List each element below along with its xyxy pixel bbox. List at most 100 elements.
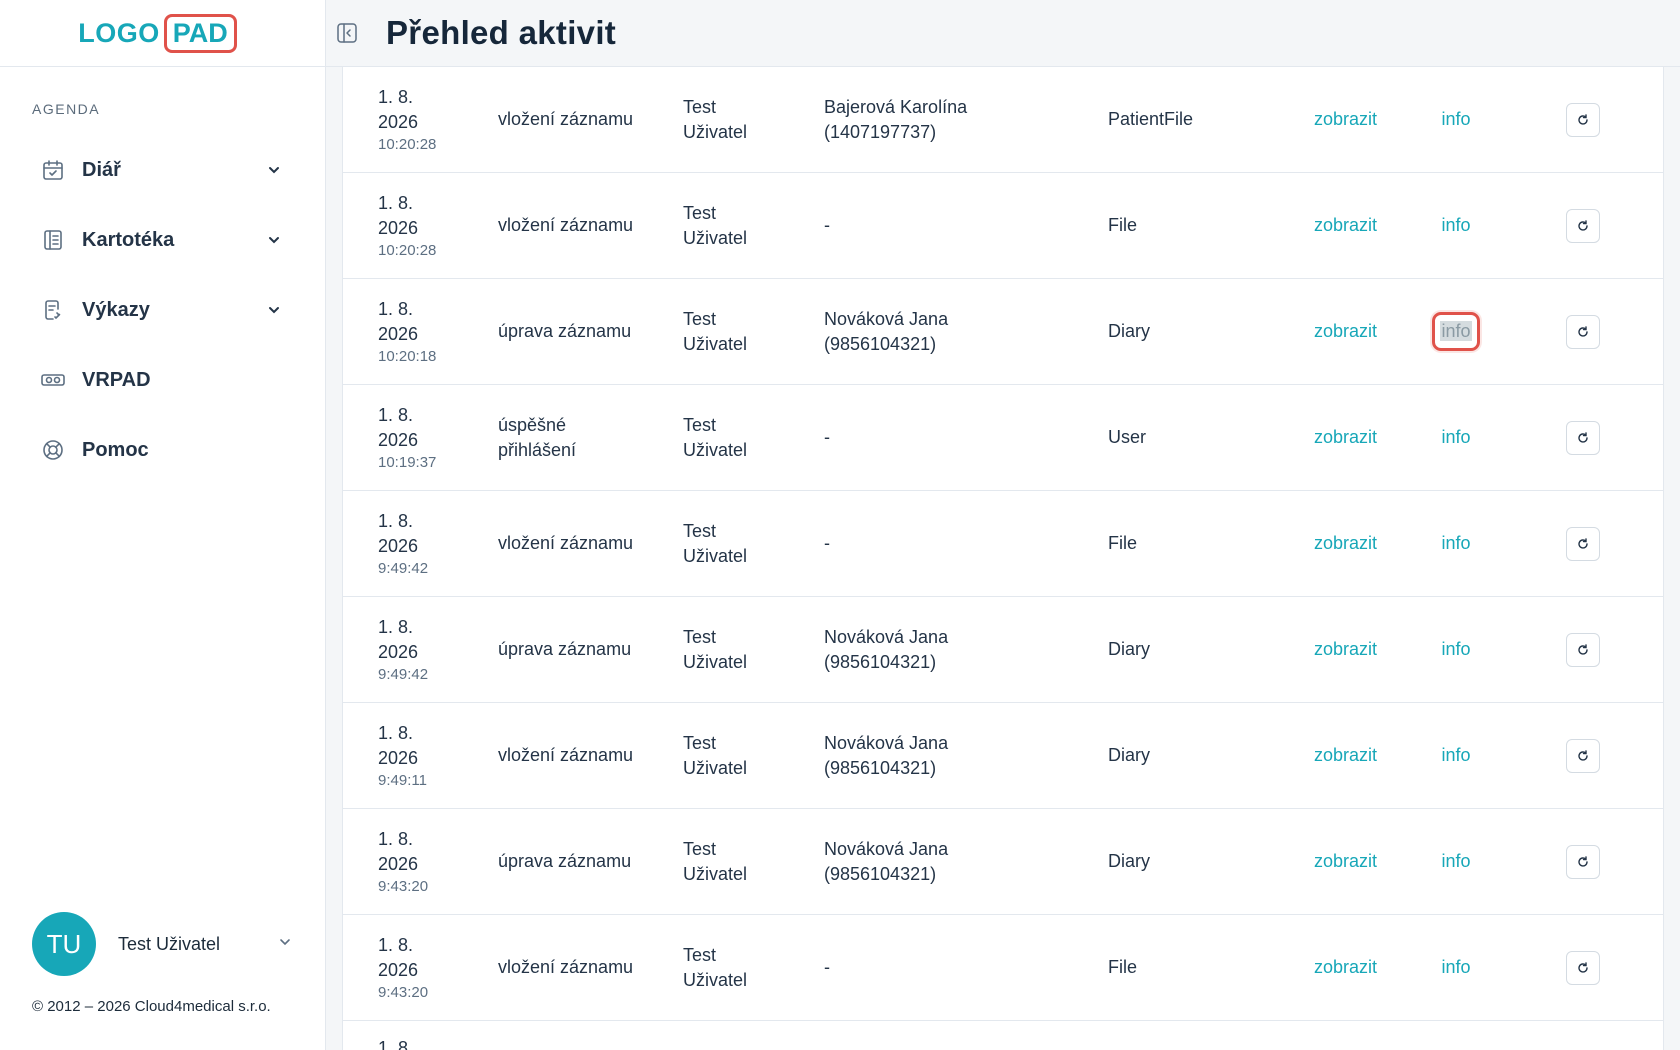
activity-table: 1. 8. 2026 10:20:28 vložení záznamu Test Už… <box>342 67 1664 1050</box>
show-link[interactable]: zobrazit <box>1314 955 1414 980</box>
show-link[interactable]: zobrazit <box>1314 107 1414 132</box>
refresh-button[interactable] <box>1566 632 1600 667</box>
action-text: vložení záznamu <box>498 957 634 977</box>
info-link[interactable]: info <box>1441 531 1470 556</box>
show-link[interactable]: zobrazit <box>1314 849 1414 874</box>
date-day: 1. 8. <box>378 1038 414 1050</box>
info-link[interactable]: info <box>1441 955 1470 980</box>
card-index-icon <box>40 227 66 253</box>
user-menu[interactable]: TU Test Uživatel <box>32 912 292 976</box>
sidebar-item-kartoteka[interactable]: Kartotéka <box>0 205 326 275</box>
sidebar-item-label: Kartotéka <box>82 228 175 251</box>
show-link[interactable]: zobrazit <box>1314 213 1414 238</box>
cell-action: vložení záznamu <box>498 915 658 1020</box>
patient-name: - <box>824 533 830 553</box>
patient-name: Nováková Jana <box>824 838 949 859</box>
cell-patient: Bajerová Karolína (1407197737) <box>824 67 1054 172</box>
avatar: TU <box>32 912 96 976</box>
date-day: 1. 8. <box>378 828 414 849</box>
info-link-highlighted[interactable]: info <box>1432 312 1480 351</box>
date-time: 9:43:20 <box>378 983 429 1001</box>
cell-date: 1. 8. 2026 9:43:20 <box>378 915 468 1020</box>
sidebar-item-pomoc[interactable]: Pomoc <box>0 415 326 485</box>
cell-reset <box>1565 173 1601 278</box>
cell-user: Test Uživatel <box>683 385 793 490</box>
action-text: vložení záznamu <box>498 533 634 553</box>
cell-info: info <box>1421 809 1491 914</box>
sidebar-item-label: Výkazy <box>82 298 150 321</box>
cell-user: Test Uživatel <box>683 491 793 596</box>
cell-date: 1. 8. 2026 9:49:42 <box>378 597 468 702</box>
action-text: vložení záznamu <box>498 215 634 235</box>
cell-action: vložení záznamu <box>498 703 658 808</box>
sidebar-item-vykazy[interactable]: Výkazy <box>0 275 326 345</box>
info-link[interactable]: info <box>1441 637 1470 662</box>
cell-type: PatientFile <box>1108 67 1258 172</box>
cell-patient: - <box>824 173 1054 278</box>
refresh-button[interactable] <box>1566 844 1600 879</box>
info-link[interactable]: info <box>1441 849 1470 874</box>
table-row: 1. 8. 2026 9:43:20 úprava záznamu Test Uživ… <box>343 809 1663 915</box>
patient-name: Bajerová Karolína <box>824 96 968 117</box>
cell-show: zobrazit <box>1314 703 1414 808</box>
cell-type: Diary <box>1108 703 1258 808</box>
user-first: Test <box>683 414 717 435</box>
cell-type: File <box>1108 173 1258 278</box>
patient-id: (9856104321) <box>824 757 937 778</box>
info-link[interactable]: info <box>1441 107 1470 132</box>
action-text: vložení záznamu <box>498 109 634 129</box>
cell-type: User <box>1108 385 1258 490</box>
show-link[interactable]: zobrazit <box>1314 531 1414 556</box>
chevron-down-icon[interactable] <box>266 302 282 318</box>
type-text: File <box>1108 533 1138 553</box>
chevron-down-icon[interactable] <box>278 935 292 954</box>
sidebar-collapse-icon[interactable] <box>336 22 358 44</box>
table-row: 1. 8. 2026 10:20:28 vložení záznamu Test Už… <box>343 67 1663 173</box>
type-text: Diary <box>1108 745 1151 765</box>
cell-date: 1. 8. 2026 9:43:20 <box>378 809 468 914</box>
cell-patient: - <box>824 915 1054 1020</box>
logo[interactable]: LOGO PAD <box>0 0 325 67</box>
user-first: Test <box>683 944 717 965</box>
refresh-button[interactable] <box>1566 950 1600 985</box>
refresh-button[interactable] <box>1566 208 1600 243</box>
refresh-button[interactable] <box>1566 738 1600 773</box>
info-link-text: info <box>1440 321 1472 341</box>
show-link[interactable]: zobrazit <box>1314 319 1414 344</box>
refresh-icon <box>1578 113 1588 125</box>
date-year: 2026 <box>378 535 419 556</box>
calendar-check-icon <box>40 157 66 183</box>
refresh-icon <box>1578 855 1588 867</box>
cell-patient: - <box>824 385 1054 490</box>
show-link[interactable]: zobrazit <box>1314 743 1414 768</box>
date-day: 1. 8. <box>378 934 414 955</box>
cell-user: Test Uživatel <box>683 67 793 172</box>
page-title: Přehled aktivit <box>386 14 617 51</box>
show-link[interactable]: zobrazit <box>1314 637 1414 662</box>
action-text: úprava záznamu <box>498 639 632 659</box>
sidebar-item-vrpad[interactable]: VRPAD <box>0 345 326 415</box>
refresh-button[interactable] <box>1566 102 1600 137</box>
cell-info: info <box>1421 597 1491 702</box>
refresh-button[interactable] <box>1566 314 1600 349</box>
info-link[interactable]: info <box>1441 213 1470 238</box>
refresh-icon <box>1578 643 1588 655</box>
chevron-down-icon[interactable] <box>266 232 282 248</box>
refresh-button[interactable] <box>1566 526 1600 561</box>
cell-reset <box>1565 491 1601 596</box>
patient-id: (9856104321) <box>824 333 937 354</box>
sidebar-item-diar[interactable]: Diář <box>0 135 326 205</box>
info-link[interactable]: info <box>1441 425 1470 450</box>
user-last: Uživatel <box>683 227 748 248</box>
type-text: Diary <box>1108 639 1151 659</box>
table-row: 1. 8. 2026 10:20:18 úprava záznamu Test Uži… <box>343 279 1663 385</box>
patient-id: (1407197737) <box>824 121 937 142</box>
user-last: Uživatel <box>683 333 748 354</box>
refresh-button[interactable] <box>1566 420 1600 455</box>
action-text: úprava záznamu <box>498 851 632 871</box>
info-link[interactable]: info <box>1441 743 1470 768</box>
cell-reset <box>1565 279 1601 384</box>
chevron-down-icon[interactable] <box>266 162 282 178</box>
show-link[interactable]: zobrazit <box>1314 425 1414 450</box>
cell-date: 1. 8. 2026 10:19:37 <box>378 385 468 490</box>
